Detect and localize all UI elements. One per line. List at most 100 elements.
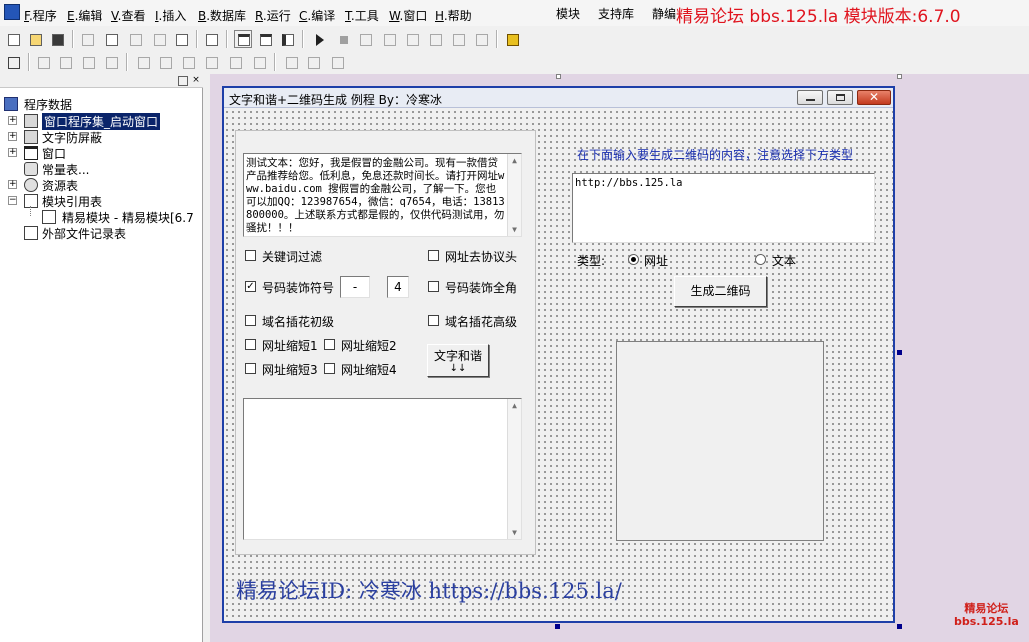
center-horizontal-icon[interactable] (282, 53, 300, 71)
cut-icon[interactable] (78, 30, 96, 48)
watermark-title: 精易论坛 bbs.125.la 模块版本:6.7.0 (676, 7, 961, 27)
maximize-button[interactable] (827, 90, 853, 105)
menu-tools[interactable]: T.工具 (345, 7, 379, 24)
generate-qr-button[interactable]: 生成二维码 (674, 276, 767, 307)
type-text-label: 文本 (772, 254, 797, 268)
space-horizontal-icon[interactable] (226, 53, 244, 71)
source-text-scrollbar[interactable]: ▲ ▼ (507, 154, 521, 236)
new-file-icon[interactable] (4, 30, 22, 48)
redo-icon[interactable] (150, 30, 168, 48)
resize-handle[interactable] (897, 74, 902, 79)
step-out-icon[interactable] (426, 30, 444, 48)
menu-program[interactable]: F.程序 (24, 7, 57, 24)
expand-icon[interactable]: + (8, 132, 17, 141)
menu-compile[interactable]: C.编译 (299, 7, 335, 24)
center-vertical-icon[interactable] (304, 53, 322, 71)
space-vertical-icon[interactable] (250, 53, 268, 71)
align-right-icon[interactable] (79, 53, 97, 71)
resource-icon (24, 178, 38, 192)
decorate-count-input[interactable]: 4 (387, 276, 409, 298)
layout-window-icon[interactable] (234, 30, 252, 48)
type-url-radio[interactable] (628, 254, 639, 265)
design-form-window[interactable]: 文字和谐+二维码生成 例程 By：冷寒冰 ✕ 测试文本：您好，我是假冒的金融公司… (222, 86, 895, 623)
align-bottom-icon[interactable] (156, 53, 174, 71)
layout-split-icon[interactable] (278, 30, 296, 48)
stop-icon[interactable] (334, 30, 352, 48)
align-top-icon[interactable] (102, 53, 120, 71)
menu-static[interactable]: 静编 (652, 5, 676, 22)
standard-toolbar (0, 27, 1029, 51)
menu-edit[interactable]: E.编辑 (67, 7, 102, 24)
braces-icon[interactable] (449, 30, 467, 48)
footer-credit: 精易论坛ID: 冷寒冰 https://bbs.125.la/ (236, 579, 622, 603)
find-icon[interactable] (202, 30, 220, 48)
checkbox-box (245, 315, 256, 326)
hand-icon[interactable] (472, 30, 490, 48)
harmonize-button[interactable]: 文字和谐 ↓↓ (427, 344, 489, 377)
project-tree-panel: × 程序数据 + 窗口程序集_启动窗口 + 文字防屏蔽 + 窗口 常量表... … (0, 74, 203, 642)
scroll-up-icon[interactable]: ▲ (508, 154, 521, 167)
result-text-box[interactable]: ▲ ▼ (243, 398, 522, 540)
menu-support-lib[interactable]: 支持库 (598, 5, 634, 22)
toolbar-separator (226, 30, 228, 48)
menu-database[interactable]: B.数据库 (198, 7, 246, 24)
source-text-box[interactable]: 测试文本：您好，我是假冒的金融公司。现有一款借贷产品推荐给您。低利息，免息还款时… (243, 153, 522, 237)
restore-panel-icon[interactable] (178, 76, 188, 86)
menu-run[interactable]: R.运行 (255, 7, 291, 24)
menu-view[interactable]: V.查看 (111, 7, 146, 24)
save-icon[interactable] (48, 30, 66, 48)
expand-icon[interactable]: + (8, 116, 17, 125)
debug-tool-icon[interactable] (503, 30, 521, 48)
close-panel-icon[interactable]: × (191, 76, 201, 86)
resize-handle[interactable] (897, 624, 902, 629)
align-middle-icon[interactable] (134, 53, 152, 71)
layers-icon (24, 130, 38, 144)
resize-handle[interactable] (555, 624, 560, 629)
scroll-down-icon[interactable]: ▼ (508, 526, 521, 539)
toolbar-separator (274, 53, 276, 71)
copy-icon[interactable] (102, 30, 120, 48)
expand-icon[interactable]: + (8, 148, 17, 157)
collapse-icon[interactable]: − (8, 196, 17, 205)
menu-module[interactable]: 模块 (556, 5, 580, 22)
same-height-icon[interactable] (202, 53, 220, 71)
minimize-icon (806, 99, 815, 101)
menu-insert[interactable]: I.插入 (155, 7, 186, 24)
step-icon[interactable] (356, 30, 374, 48)
minimize-button[interactable] (797, 90, 823, 105)
resize-handle[interactable] (897, 350, 902, 355)
run-icon[interactable] (310, 30, 328, 48)
close-button[interactable]: ✕ (857, 90, 891, 105)
step-into-icon[interactable] (380, 30, 398, 48)
expand-icon[interactable]: + (8, 180, 17, 189)
window-icon (24, 146, 38, 160)
checkbox-box (324, 363, 335, 374)
result-text-scrollbar[interactable]: ▲ ▼ (507, 399, 521, 539)
toolbar-separator (302, 30, 304, 48)
corner-logo: 精易论坛 bbs.125.la (954, 602, 1019, 628)
same-width-icon[interactable] (179, 53, 197, 71)
align-left-icon[interactable] (34, 53, 52, 71)
scroll-down-icon[interactable]: ▼ (508, 223, 521, 236)
checkbox-box (428, 281, 439, 292)
tree-connector (30, 206, 31, 216)
form-icon[interactable] (4, 53, 22, 71)
step-over-icon[interactable] (403, 30, 421, 48)
open-folder-icon[interactable] (26, 30, 44, 48)
form-titlebar[interactable]: 文字和谐+二维码生成 例程 By：冷寒冰 ✕ (224, 88, 893, 108)
undo-icon[interactable] (172, 30, 190, 48)
menu-help[interactable]: H.帮助 (435, 7, 472, 24)
type-text-radio[interactable] (755, 254, 766, 265)
scroll-up-icon[interactable]: ▲ (508, 399, 521, 412)
align-center-icon[interactable] (56, 53, 74, 71)
center-both-icon[interactable] (328, 53, 346, 71)
paste-icon[interactable] (126, 30, 144, 48)
resize-handle[interactable] (556, 74, 561, 79)
layout-panel-icon[interactable] (256, 30, 274, 48)
qr-content-input[interactable]: http://bbs.125.la (572, 173, 875, 243)
decorate-symbol-input[interactable]: - (340, 276, 370, 298)
alignment-toolbar (0, 50, 1029, 74)
menu-window[interactable]: W.窗口 (389, 7, 427, 24)
form-client-area: 测试文本：您好，我是假冒的金融公司。现有一款借贷产品推荐给您。低利息，免息还款时… (224, 109, 893, 621)
checkbox-box (245, 250, 256, 261)
